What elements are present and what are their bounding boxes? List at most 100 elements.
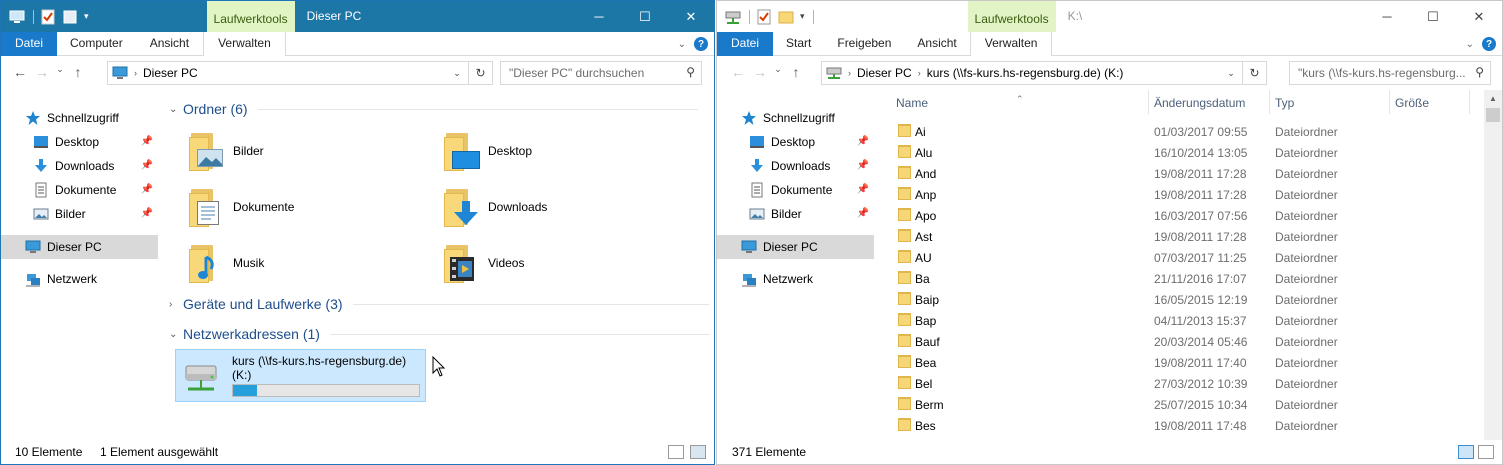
forward-arrow-icon[interactable]: → bbox=[31, 64, 53, 80]
column-header-size[interactable]: Größe bbox=[1390, 90, 1470, 114]
nav-item-downloads[interactable]: Downloads 📌 bbox=[1, 154, 158, 178]
expand-ribbon-icon[interactable]: ⌄ bbox=[1466, 39, 1474, 50]
properties-icon[interactable] bbox=[40, 9, 56, 25]
table-row[interactable]: Bea 19/08/2011 17:40 Dateiordner bbox=[891, 352, 1481, 373]
group-header-network-locations[interactable]: ⌄ Netzwerkadressen (1) bbox=[169, 326, 710, 342]
table-row[interactable]: AU 07/03/2017 11:25 Dateiordner bbox=[891, 247, 1481, 268]
back-arrow-icon[interactable]: ← bbox=[727, 64, 749, 80]
column-header-name[interactable]: Name ⌃ bbox=[891, 90, 1149, 114]
recent-locations-chevron-icon[interactable]: ⌄ bbox=[771, 64, 785, 80]
back-arrow-icon[interactable]: ← bbox=[9, 64, 31, 80]
nav-item-downloads[interactable]: Downloads 📌 bbox=[717, 154, 874, 178]
column-header-date[interactable]: Änderungsdatum bbox=[1149, 90, 1270, 114]
folder-tile-desktop[interactable]: Desktop bbox=[440, 125, 532, 177]
table-row[interactable]: Ast 19/08/2011 17:28 Dateiordner bbox=[891, 226, 1481, 247]
tab-view[interactable]: Ansicht bbox=[136, 32, 203, 56]
table-row[interactable]: Alu 16/10/2014 13:05 Dateiordner bbox=[891, 142, 1481, 163]
breadcrumb-this-pc[interactable]: Dieser PC bbox=[851, 66, 912, 80]
nav-this-pc[interactable]: Dieser PC bbox=[717, 235, 874, 259]
details-view-icon[interactable] bbox=[1458, 445, 1474, 459]
search-icon[interactable]: ⚲ bbox=[1475, 65, 1484, 79]
folder-tile-documents[interactable]: Dokumente bbox=[185, 181, 294, 233]
network-drive-icon[interactable] bbox=[725, 9, 741, 25]
new-folder-icon[interactable] bbox=[778, 9, 794, 25]
nav-network[interactable]: Netzwerk bbox=[717, 267, 874, 291]
table-row[interactable]: Apo 16/03/2017 07:56 Dateiordner bbox=[891, 205, 1481, 226]
nav-quick-access[interactable]: Schnellzugriff bbox=[1, 106, 158, 130]
tab-manage[interactable]: Verwalten bbox=[203, 32, 286, 56]
folder-tile-videos[interactable]: Videos bbox=[440, 237, 524, 289]
address-dropdown-icon[interactable]: ⌄ bbox=[1222, 62, 1240, 84]
vertical-scrollbar[interactable]: ▲ bbox=[1484, 90, 1502, 440]
minimize-button[interactable]: ─ bbox=[1364, 1, 1410, 32]
pin-icon[interactable]: 📌 bbox=[141, 136, 153, 147]
tab-file[interactable]: Datei bbox=[1, 32, 58, 56]
computer-icon[interactable] bbox=[9, 9, 25, 25]
scrollbar-thumb[interactable] bbox=[1486, 108, 1500, 122]
breadcrumb-chevron-icon[interactable]: › bbox=[842, 68, 851, 78]
folder-tile-music[interactable]: Musik bbox=[185, 237, 264, 289]
breadcrumb-drive[interactable]: kurs (\\fs-kurs.hs-regensburg.de) (K:) bbox=[921, 66, 1124, 80]
nav-item-desktop[interactable]: Desktop 📌 bbox=[1, 130, 158, 154]
address-bar[interactable]: › Dieser PC › kurs (\\fs-kurs.hs-regensb… bbox=[821, 61, 1267, 85]
search-input[interactable]: "kurs (\\fs-kurs.hs-regensburg... ⚲ bbox=[1289, 61, 1491, 85]
pin-icon[interactable]: 📌 bbox=[141, 160, 153, 171]
customize-toolbar-icon[interactable]: ▾ bbox=[84, 11, 89, 22]
properties-icon[interactable] bbox=[756, 9, 772, 25]
tab-computer[interactable]: Computer bbox=[57, 32, 136, 56]
breadcrumb-chevron-icon[interactable]: › bbox=[128, 68, 137, 78]
group-header-devices[interactable]: › Geräte und Laufwerke (3) bbox=[169, 296, 709, 312]
nav-network[interactable]: Netzwerk bbox=[1, 267, 158, 291]
scroll-up-arrow-icon[interactable]: ▲ bbox=[1484, 90, 1502, 107]
table-row[interactable]: Anp 19/08/2011 17:28 Dateiordner bbox=[891, 184, 1481, 205]
table-row[interactable]: Bel 27/03/2012 10:39 Dateiordner bbox=[891, 373, 1481, 394]
table-row[interactable]: And 19/08/2011 17:28 Dateiordner bbox=[891, 163, 1481, 184]
group-header-folders[interactable]: ⌄ Ordner (6) bbox=[169, 101, 698, 117]
nav-item-documents[interactable]: Dokumente 📌 bbox=[1, 178, 158, 202]
table-row[interactable]: Ai 01/03/2017 09:55 Dateiordner bbox=[891, 121, 1481, 142]
details-view-icon[interactable] bbox=[668, 445, 684, 459]
table-row[interactable]: Baip 16/05/2015 12:19 Dateiordner bbox=[891, 289, 1481, 310]
chevron-down-icon[interactable]: ⌄ bbox=[169, 104, 177, 115]
maximize-button[interactable]: ☐ bbox=[1410, 1, 1456, 32]
tab-manage[interactable]: Verwalten bbox=[969, 32, 1053, 56]
nav-quick-access[interactable]: Schnellzugriff bbox=[717, 106, 874, 130]
pin-icon[interactable]: 📌 bbox=[857, 184, 869, 195]
network-drive-tile-selected[interactable]: kurs (\\fs-kurs.hs-regensburg.de) (K:) bbox=[175, 349, 426, 402]
close-button[interactable]: ✕ bbox=[1456, 1, 1502, 32]
pin-icon[interactable]: 📌 bbox=[857, 136, 869, 147]
large-icons-view-icon[interactable] bbox=[690, 445, 706, 459]
pin-icon[interactable]: 📌 bbox=[141, 208, 153, 219]
pin-icon[interactable]: 📌 bbox=[857, 208, 869, 219]
tab-file[interactable]: Datei bbox=[717, 32, 774, 56]
breadcrumb-chevron-icon[interactable]: › bbox=[912, 68, 921, 78]
tab-share[interactable]: Freigeben bbox=[824, 32, 904, 56]
pin-icon[interactable]: 📌 bbox=[857, 160, 869, 171]
up-arrow-icon[interactable]: ↑ bbox=[67, 64, 89, 80]
column-header-type[interactable]: Typ bbox=[1270, 90, 1390, 114]
nav-item-documents[interactable]: Dokumente 📌 bbox=[717, 178, 874, 202]
tab-view[interactable]: Ansicht bbox=[904, 32, 969, 56]
address-bar[interactable]: › Dieser PC ⌄ ↻ bbox=[107, 61, 493, 85]
address-dropdown-icon[interactable]: ⌄ bbox=[448, 62, 466, 84]
chevron-down-icon[interactable]: ⌄ bbox=[169, 329, 177, 340]
help-icon[interactable]: ? bbox=[694, 37, 708, 51]
breadcrumb[interactable]: Dieser PC bbox=[137, 66, 198, 80]
minimize-button[interactable]: ─ bbox=[576, 1, 622, 32]
large-icons-view-icon[interactable] bbox=[1478, 445, 1494, 459]
recent-locations-chevron-icon[interactable]: ⌄ bbox=[53, 64, 67, 80]
nav-item-desktop[interactable]: Desktop 📌 bbox=[717, 130, 874, 154]
folder-tile-pictures[interactable]: Bilder bbox=[185, 125, 264, 177]
table-row[interactable]: Berm 25/07/2015 10:34 Dateiordner bbox=[891, 394, 1481, 415]
refresh-icon[interactable]: ↻ bbox=[468, 62, 492, 84]
table-row[interactable]: Ba 21/11/2016 17:07 Dateiordner bbox=[891, 268, 1481, 289]
expand-ribbon-icon[interactable]: ⌄ bbox=[678, 39, 686, 50]
forward-arrow-icon[interactable]: → bbox=[749, 64, 771, 80]
nav-item-pictures[interactable]: Bilder 📌 bbox=[1, 202, 158, 226]
search-input[interactable]: "Dieser PC" durchsuchen ⚲ bbox=[500, 61, 702, 85]
nav-item-pictures[interactable]: Bilder 📌 bbox=[717, 202, 874, 226]
tab-home[interactable]: Start bbox=[773, 32, 824, 56]
close-button[interactable]: ✕ bbox=[668, 1, 714, 32]
refresh-icon[interactable]: ↻ bbox=[1242, 62, 1266, 84]
up-arrow-icon[interactable]: ↑ bbox=[785, 64, 807, 80]
